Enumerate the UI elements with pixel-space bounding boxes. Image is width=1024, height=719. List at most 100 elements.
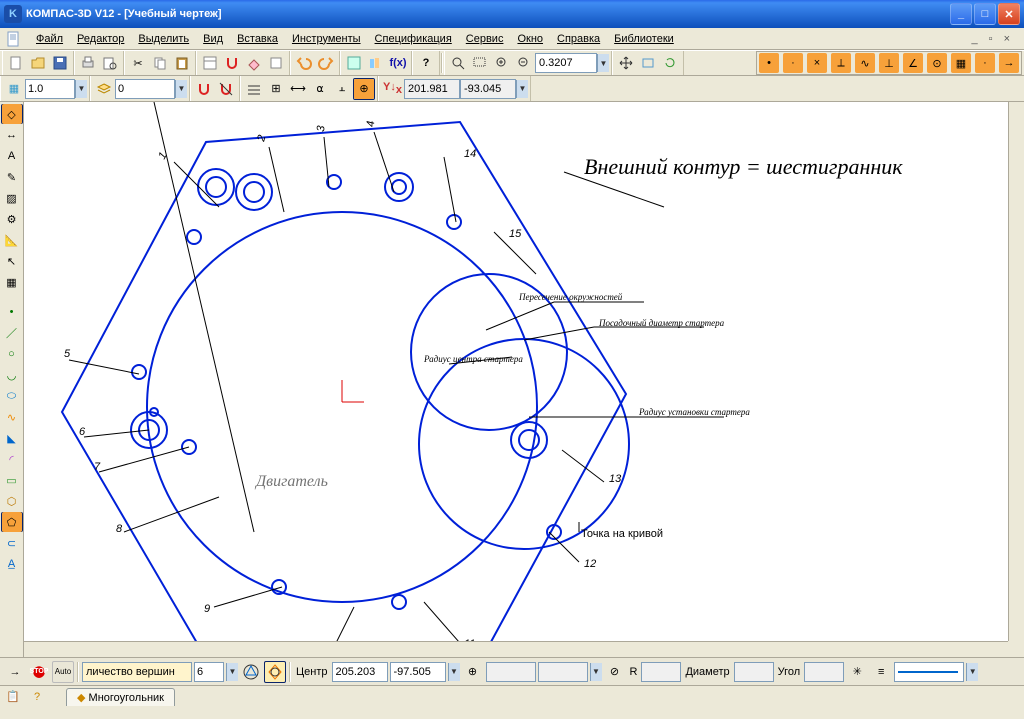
manager-button[interactable] <box>343 52 365 74</box>
snap-nearest[interactable]: ∿ <box>853 52 877 74</box>
snap-angle[interactable]: ∠ <box>901 52 925 74</box>
param-tool[interactable]: ⚙ <box>1 209 23 229</box>
redo-button[interactable] <box>315 52 337 74</box>
minimize-button[interactable]: _ <box>950 3 972 25</box>
axes-icon[interactable]: ✳ <box>846 661 868 683</box>
layers-icon[interactable] <box>93 78 115 100</box>
close-button[interactable]: ✕ <box>998 3 1020 25</box>
linestyle-dropdown[interactable]: ▼ <box>966 663 978 681</box>
zoom-window-button[interactable] <box>469 52 491 74</box>
edit-tool[interactable]: ✎ <box>1 167 23 187</box>
properties-button[interactable] <box>199 52 221 74</box>
inscribed-icon[interactable] <box>240 661 262 683</box>
canvas[interactable]: Внешний контур = шестигранник Точка на к… <box>24 102 1024 657</box>
rect-tool[interactable]: ▭ <box>1 470 23 490</box>
arc-tool[interactable]: ◡ <box>1 365 23 385</box>
magnet-off-icon[interactable] <box>215 78 237 100</box>
menu-service[interactable]: Сервис <box>460 31 510 47</box>
text-button[interactable]: ⍺ <box>309 78 331 100</box>
snap-along[interactable]: → <box>997 52 1021 74</box>
copy-button[interactable] <box>149 52 171 74</box>
open-button[interactable] <box>27 52 49 74</box>
cut-button[interactable]: ✂ <box>127 52 149 74</box>
snap-grid[interactable]: ▦ <box>949 52 973 74</box>
menu-view[interactable]: Вид <box>197 31 229 47</box>
horizontal-scrollbar[interactable] <box>24 641 1008 657</box>
menu-tools[interactable]: Инструменты <box>286 31 367 47</box>
point2-icon[interactable]: ⊕ <box>462 661 484 683</box>
tab-polygon[interactable]: ◆ Многоугольник <box>66 688 175 706</box>
snap-midpoint[interactable]: · <box>781 52 805 74</box>
preview-button[interactable] <box>99 52 121 74</box>
magnet-toggle[interactable] <box>221 52 243 74</box>
variables-button[interactable]: f(x) <box>387 52 409 74</box>
pan-button[interactable] <box>615 52 637 74</box>
grid-snap-icon[interactable]: ▦ <box>3 78 25 100</box>
diameter-icon[interactable]: ⊘ <box>604 661 626 683</box>
new-button[interactable] <box>5 52 27 74</box>
linestyle-input[interactable] <box>894 662 964 682</box>
p2-dropdown[interactable]: ▼ <box>590 663 602 681</box>
orientation-button[interactable] <box>637 52 659 74</box>
undo-button[interactable] <box>293 52 315 74</box>
create-button[interactable]: → <box>4 661 26 683</box>
spline-tool[interactable]: ∿ <box>1 407 23 427</box>
help-tab-button[interactable]: ? <box>26 686 48 708</box>
snap-toggle-active[interactable]: ⊕ <box>353 78 375 100</box>
maximize-button[interactable]: □ <box>974 3 996 25</box>
dimension-button[interactable]: ⟷ <box>287 78 309 100</box>
angle-input[interactable] <box>804 662 844 682</box>
menu-window[interactable]: Окно <box>511 31 549 47</box>
center-dropdown[interactable]: ▼ <box>448 663 460 681</box>
spec-tool[interactable]: ▦ <box>1 272 23 292</box>
line-tool[interactable]: ／ <box>1 323 23 343</box>
auto-button[interactable]: Auto <box>52 661 74 683</box>
diam-input[interactable] <box>734 662 774 682</box>
snap-center[interactable]: ⊙ <box>925 52 949 74</box>
rebuild-button[interactable] <box>659 52 681 74</box>
save-button[interactable] <box>49 52 71 74</box>
help-button[interactable]: ? <box>415 52 437 74</box>
print-button[interactable] <box>77 52 99 74</box>
geometry-tool[interactable]: ◇ <box>1 104 23 124</box>
stop-button[interactable]: ⬤STOP <box>28 661 50 683</box>
libraries-button[interactable] <box>365 52 387 74</box>
measure-tool[interactable]: 📐 <box>1 230 23 250</box>
menu-select[interactable]: Выделить <box>132 31 195 47</box>
r-input[interactable] <box>641 662 681 682</box>
mdi-buttons[interactable]: _ ▫ × <box>971 33 1018 45</box>
constraint-button[interactable]: ⫠ <box>331 78 353 100</box>
menu-spec[interactable]: Спецификация <box>369 31 458 47</box>
contour-tool[interactable]: ⬡ <box>1 491 23 511</box>
dimension-tool[interactable]: ↔ <box>1 125 23 145</box>
style-icon[interactable]: ≡ <box>870 661 892 683</box>
paste-button[interactable] <box>171 52 193 74</box>
menu-editor[interactable]: Редактор <box>71 31 130 47</box>
vertices-dropdown[interactable]: ▼ <box>226 663 238 681</box>
point-tool[interactable]: • <box>1 302 23 322</box>
zoom-input[interactable]: 0.3207 <box>535 53 597 73</box>
menu-insert[interactable]: Вставка <box>231 31 284 47</box>
zoom-dropdown[interactable]: ▼ <box>597 54 609 72</box>
center-x-input[interactable]: 205.203 <box>332 662 388 682</box>
vertices-input[interactable] <box>194 662 224 682</box>
snap-tangent[interactable]: ⟂ <box>829 52 853 74</box>
grid-step-dropdown[interactable]: ▼ <box>75 80 87 98</box>
menu-help[interactable]: Справка <box>551 31 606 47</box>
ellipse-tool[interactable]: ⬭ <box>1 386 23 406</box>
select-tool[interactable]: ↖ <box>1 251 23 271</box>
menu-libraries[interactable]: Библиотеки <box>608 31 680 47</box>
layer-input[interactable] <box>115 79 175 99</box>
zoom-out-button[interactable] <box>513 52 535 74</box>
menu-file[interactable]: Файл <box>30 31 69 47</box>
eraser-button[interactable] <box>243 52 265 74</box>
chamfer-tool[interactable]: ◣ <box>1 428 23 448</box>
fillet-tool[interactable]: ◜ <box>1 449 23 469</box>
linetype-button[interactable] <box>243 78 265 100</box>
coord-dropdown[interactable]: ▼ <box>516 80 528 98</box>
snap-intersection[interactable]: × <box>805 52 829 74</box>
equidistant-tool[interactable]: ⊂ <box>1 533 23 553</box>
snap-perpendicular[interactable]: ⊥ <box>877 52 901 74</box>
layer-dropdown[interactable]: ▼ <box>175 80 187 98</box>
zoom-fit-button[interactable] <box>447 52 469 74</box>
